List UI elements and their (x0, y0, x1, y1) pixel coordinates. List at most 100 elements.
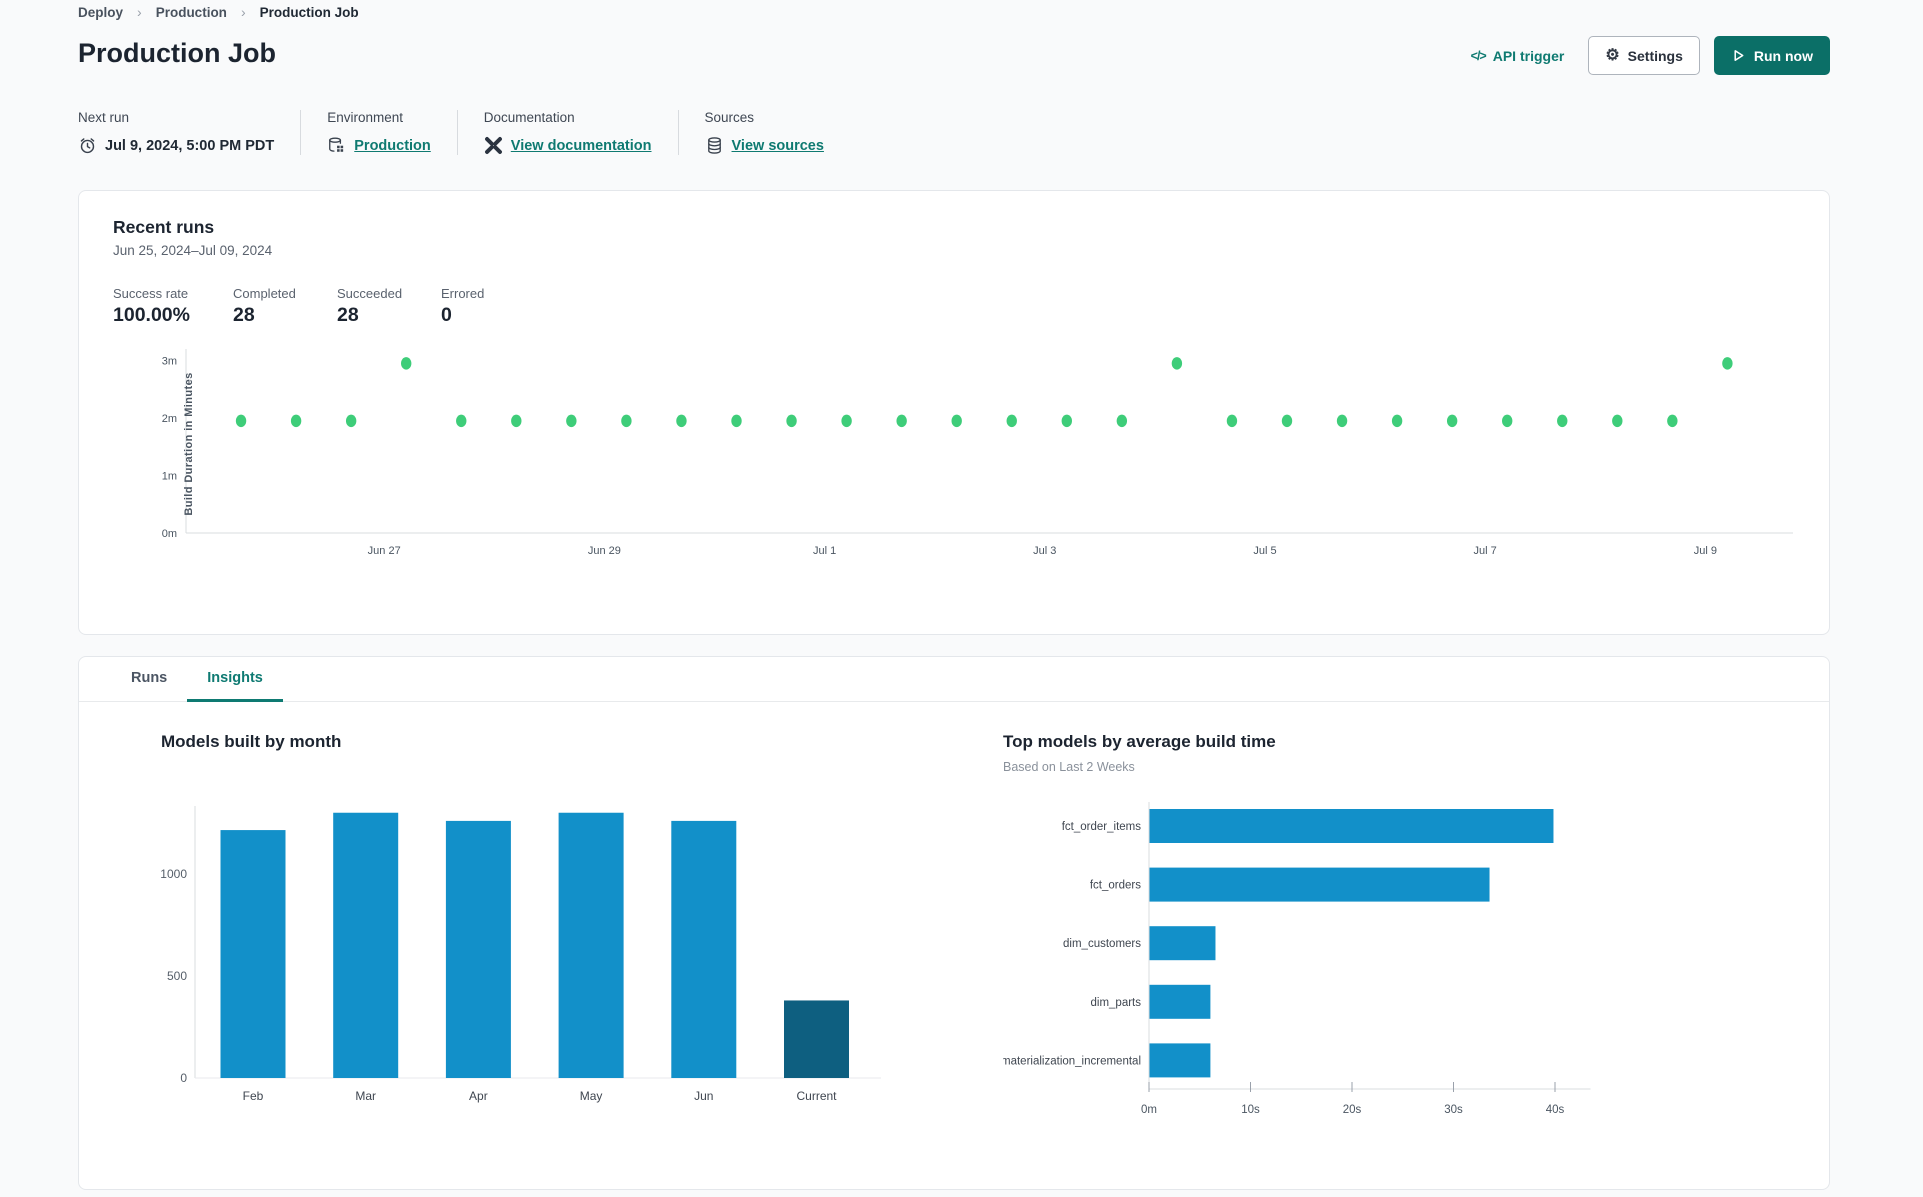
model-bar[interactable] (1149, 984, 1211, 1019)
run-dot[interactable] (786, 414, 797, 428)
stat-value: 28 (337, 304, 359, 326)
run-now-button[interactable]: Run now (1713, 36, 1830, 75)
documentation-section: Documentation View documentation (484, 110, 679, 155)
environment-label: Environment (327, 110, 404, 125)
model-bar[interactable] (1149, 926, 1216, 961)
tab-runs[interactable]: Runs (111, 657, 187, 702)
x-category-label: Current (796, 1089, 837, 1103)
model-bar[interactable] (1149, 809, 1554, 843)
model-label: fct_order_items (1062, 821, 1142, 833)
stat-succeeded: Succeeded 28 (337, 286, 441, 327)
build-duration-scatter-svg[interactable]: 0m 1m 2m 3m Jun 27 Jun 29 Jul 1 Jul 3 Jul 5 Jul 7… (113, 343, 1797, 569)
run-dot[interactable] (511, 414, 522, 428)
run-dot[interactable] (1226, 414, 1238, 428)
run-now-label: Run now (1753, 47, 1813, 64)
run-dot[interactable] (621, 414, 632, 428)
next-run-section: Next run Jul 9, 2024, 5:00 PM PDT (78, 110, 302, 155)
top-models-block: Top models by average build time Based o… (921, 732, 1721, 1136)
code-brackets-icon: </> (1470, 48, 1487, 63)
stat-label: Errored (441, 286, 485, 301)
tabs-row: Runs Insights (79, 657, 1829, 702)
run-dot[interactable] (841, 414, 852, 428)
view-documentation-link[interactable]: View documentation (511, 138, 652, 154)
next-run-label: Next run (78, 110, 130, 125)
y-tick-label: 0 (180, 1071, 187, 1085)
chevron-right-icon: › (137, 4, 142, 20)
month-bar[interactable] (333, 812, 399, 1078)
tab-insights[interactable]: Insights (187, 657, 283, 702)
run-dot[interactable] (731, 414, 742, 428)
run-dot[interactable] (1391, 414, 1403, 428)
documentation-label: Documentation (483, 110, 575, 125)
job-info-bar: Next run Jul 9, 2024, 5:00 PM PDT Enviro… (78, 110, 876, 155)
run-dot[interactable] (1446, 414, 1458, 428)
run-dot[interactable] (456, 414, 467, 428)
top-models-title: Top models by average build time (1003, 732, 1276, 751)
run-dot[interactable] (1336, 414, 1348, 428)
month-bar[interactable] (558, 812, 624, 1078)
y-tick-label: 1000 (161, 867, 187, 881)
settings-label: Settings (1627, 47, 1683, 64)
run-dot[interactable] (345, 414, 357, 428)
model-bar[interactable] (1149, 867, 1490, 902)
x-tick-label: 10s (1241, 1104, 1260, 1116)
x-category-label: Apr (469, 1089, 488, 1103)
x-category-label: May (580, 1089, 603, 1103)
next-run-value: Jul 9, 2024, 5:00 PM PDT (105, 137, 275, 154)
breadcrumb: Deploy › Production › Production Job (78, 4, 359, 20)
month-bar[interactable] (445, 820, 511, 1078)
run-dot[interactable] (1612, 414, 1623, 428)
api-trigger-link[interactable]: </> API trigger (1471, 48, 1565, 64)
breadcrumb-deploy[interactable]: Deploy (78, 5, 123, 20)
recent-runs-card: Recent runs Jun 25, 2024–Jul 09, 2024 Su… (78, 190, 1830, 635)
view-sources-link[interactable]: View sources (732, 138, 824, 154)
run-dot[interactable] (290, 414, 302, 428)
top-models-subtitle: Based on Last 2 Weeks (1003, 760, 1135, 774)
stat-completed: Completed 28 (233, 286, 337, 327)
model-label: fct_orders (1090, 880, 1141, 892)
run-dot[interactable] (566, 414, 577, 428)
environment-link[interactable]: Production (354, 138, 431, 154)
model-bar[interactable] (1149, 1043, 1211, 1078)
header-actions: </> API trigger ⚙ Settings Run now (1471, 36, 1830, 75)
gear-icon: ⚙ (1605, 46, 1620, 64)
x-tick-label: 40s (1546, 1104, 1565, 1116)
month-bar[interactable] (671, 820, 737, 1078)
stat-value: 0 (441, 304, 452, 326)
run-dot[interactable] (1171, 357, 1183, 370)
run-dot[interactable] (1006, 414, 1017, 428)
run-dot[interactable] (1722, 357, 1733, 370)
x-tick-label: Jul 5 (1253, 545, 1276, 557)
month-bar[interactable] (784, 1000, 849, 1078)
top-models-chart[interactable]: 0m 10s 20s 30s 40s fct_order_items fct_ordersd… (1001, 796, 1703, 1131)
settings-button[interactable]: ⚙ Settings (1588, 36, 1700, 75)
stat-value: 100.00% (113, 304, 190, 326)
breadcrumb-production-job: Production Job (259, 4, 359, 20)
dbt-docs-icon (484, 136, 503, 155)
y-tick-label: 500 (167, 969, 187, 983)
recent-runs-date-range: Jun 25, 2024–Jul 09, 2024 (113, 243, 273, 258)
run-dot[interactable] (1061, 414, 1072, 428)
run-dot[interactable] (1667, 414, 1678, 428)
run-dot[interactable] (1502, 414, 1513, 428)
build-duration-chart[interactable]: Build Duration in Minutes 0m 1m 2m 3m Jun 27… (113, 343, 1795, 571)
breadcrumb-production[interactable]: Production (156, 5, 227, 20)
model-label: materialization_incremental (1003, 1055, 1141, 1067)
models-by-month-chart[interactable]: 0 500 1000 Feb Mar Apr May Jun Current (160, 802, 921, 1112)
run-dot[interactable] (1116, 414, 1128, 428)
run-dot[interactable] (951, 414, 962, 428)
run-dot[interactable] (676, 414, 687, 428)
month-bar[interactable] (220, 830, 286, 1078)
y-tick-label: 0m (162, 528, 177, 540)
job-page: Deploy › Production › Production Job Pro… (0, 0, 1923, 1197)
chevron-right-icon: › (240, 4, 246, 20)
stat-errored: Errored 0 (441, 286, 545, 327)
run-dot[interactable] (401, 357, 412, 370)
database-icon (705, 136, 724, 155)
run-dot[interactable] (235, 414, 247, 428)
run-dot[interactable] (1281, 414, 1293, 428)
x-tick-label: Jul 7 (1474, 545, 1497, 557)
run-dot[interactable] (896, 414, 907, 428)
stat-label: Succeeded (337, 286, 403, 301)
run-dot[interactable] (1557, 414, 1568, 428)
